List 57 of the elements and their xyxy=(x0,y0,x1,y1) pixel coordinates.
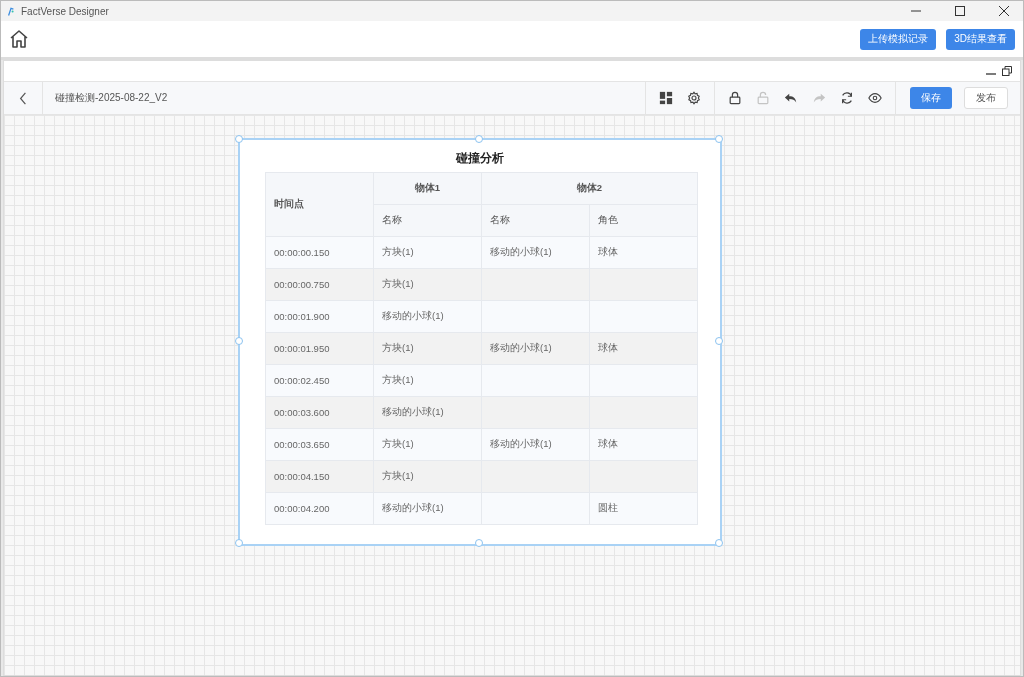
maximize-icon[interactable] xyxy=(955,6,965,16)
document-title: 碰撞检测-2025-08-22_V2 xyxy=(55,91,168,105)
table-cell: 球体 xyxy=(598,246,618,257)
resize-handle[interactable] xyxy=(475,135,483,143)
table-cell: 00:00:03.600 xyxy=(274,407,330,418)
table-cell: 移动的小球(1) xyxy=(382,310,444,321)
table-cell: 方块(1) xyxy=(382,438,414,449)
table-header: 物体2 xyxy=(481,172,698,205)
resize-handle[interactable] xyxy=(715,135,723,143)
table-cell: 移动的小球(1) xyxy=(490,438,552,449)
table-header: 角色 xyxy=(589,204,698,237)
table-cell: 方块(1) xyxy=(382,470,414,481)
grid-icon[interactable] xyxy=(659,91,673,105)
refresh-icon[interactable] xyxy=(840,91,854,105)
table-cell: 圆柱 xyxy=(598,502,618,513)
resize-handle[interactable] xyxy=(235,337,243,345)
table-cell: 00:00:00.150 xyxy=(274,247,330,258)
table-cell: 00:00:00.750 xyxy=(274,279,330,290)
close-icon[interactable] xyxy=(999,6,1009,16)
table-cell: 球体 xyxy=(598,342,618,353)
resize-handle[interactable] xyxy=(715,337,723,345)
table-cell: 方块(1) xyxy=(382,374,414,385)
home-icon[interactable] xyxy=(9,29,29,49)
publish-button[interactable]: 发布 xyxy=(964,87,1008,109)
table-header: 时间点 xyxy=(265,172,374,237)
table-cell: 移动的小球(1) xyxy=(382,502,444,513)
table-cell: 方块(1) xyxy=(382,278,414,289)
table-cell: 移动的小球(1) xyxy=(382,406,444,417)
settings-icon[interactable] xyxy=(687,91,701,105)
lock-icon[interactable] xyxy=(728,91,742,105)
table-cell: 方块(1) xyxy=(382,246,414,257)
table-header: 物体1 xyxy=(373,172,482,205)
resize-handle[interactable] xyxy=(475,539,483,547)
app-logo-icon xyxy=(7,5,15,17)
header-button[interactable]: 上传模拟记录 xyxy=(860,28,937,50)
report-title: 碰撞分析 xyxy=(454,150,505,167)
table-cell: 移动的小球(1) xyxy=(490,246,552,257)
table-cell: 00:00:01.900 xyxy=(274,311,330,322)
header-button[interactable]: 3D结果查看 xyxy=(946,28,1015,50)
resize-handle[interactable] xyxy=(235,135,243,143)
resize-handle[interactable] xyxy=(715,539,723,547)
table-cell: 00:00:03.650 xyxy=(274,439,330,450)
table-cell: 00:00:02.450 xyxy=(274,375,330,386)
table-cell: 移动的小球(1) xyxy=(490,342,552,353)
table-header: 名称 xyxy=(373,204,482,237)
table-cell: 球体 xyxy=(598,438,618,449)
resize-handle[interactable] xyxy=(235,539,243,547)
table-cell: 00:00:01.950 xyxy=(274,343,330,354)
save-button[interactable]: 保存 xyxy=(910,87,952,109)
table-cell: 00:00:04.200 xyxy=(274,503,330,514)
eye-icon[interactable] xyxy=(868,91,882,105)
table-cell: 00:00:04.150 xyxy=(274,471,330,482)
restore-icon[interactable] xyxy=(1002,66,1012,76)
table-header: 名称 xyxy=(481,204,590,237)
table-cell: 方块(1) xyxy=(382,342,414,353)
window-title: FactVerse Designer xyxy=(21,5,109,17)
back-icon[interactable] xyxy=(19,91,27,105)
